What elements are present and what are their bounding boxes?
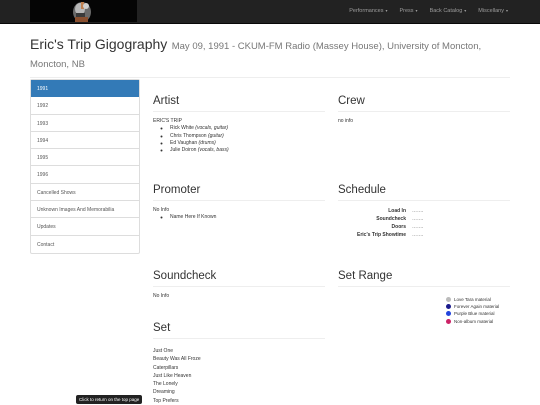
- schedule-value: …….: [412, 208, 424, 214]
- set-range-legend: Love Tara material Forever Again materia…: [446, 297, 516, 326]
- schedule-key: Eric's Trip Showtime: [357, 232, 406, 238]
- set-song: Just Like Heaven: [153, 372, 192, 379]
- member-item: Chris Thompson (guitar): [170, 133, 325, 140]
- nav-performances[interactable]: Performances ▾: [343, 0, 393, 22]
- sidebar-item-updates[interactable]: Updates: [31, 218, 139, 236]
- caret-down-icon: ▾: [505, 8, 508, 13]
- schedule-section: Schedule Load In ……. Soundcheck ……. Doors ……: [338, 184, 510, 239]
- set-heading: Set: [153, 322, 325, 339]
- schedule-row: Load In …….: [338, 207, 510, 215]
- sidebar-item-1992[interactable]: 1992: [31, 97, 139, 115]
- legend-label: Love Tara material: [454, 297, 491, 302]
- sidebar-item-1996[interactable]: 1996: [31, 166, 139, 184]
- schedule-row: Doors …….: [338, 223, 510, 231]
- schedule-heading: Schedule: [338, 184, 510, 201]
- member-item: Ed Vaughan (drums): [170, 140, 325, 147]
- crew-heading: Crew: [338, 95, 510, 112]
- member-name: Rick White: [170, 125, 194, 132]
- promoter-heading: Promoter: [153, 184, 325, 201]
- sidebar-item-1995[interactable]: 1995: [31, 149, 139, 167]
- nav-press[interactable]: Press ▾: [393, 0, 423, 22]
- legend-label: Purple Blue material: [454, 311, 495, 317]
- crew-section: Crew no info: [338, 95, 510, 125]
- set-list: Just One Beauty Was All Froze Caterpilla…: [153, 347, 325, 405]
- nav-back-catalog[interactable]: Back Catalog ▾: [424, 0, 473, 22]
- set-section: Set Just One Beauty Was All Froze Caterp…: [153, 322, 325, 405]
- legend-label: Forever Again material: [454, 304, 500, 310]
- top-navbar: Performances ▾ Press ▾ Back Catalog ▾ Misce…: [0, 0, 540, 24]
- promoter-section: Promoter No Info Name Here If Known: [153, 184, 325, 222]
- member-name: Julie Doiron: [170, 147, 197, 153]
- nav-label: Performances: [349, 8, 384, 14]
- legend-dot-icon: [446, 311, 451, 317]
- legend-dot-icon: [446, 318, 451, 324]
- promoter-list: Name Here If Known: [153, 214, 325, 221]
- member-role: (guitar): [207, 132, 224, 139]
- schedule-key: Soundcheck: [376, 216, 406, 222]
- caret-down-icon: ▾: [385, 8, 388, 13]
- member-item: Julie Doiron (vocals, bass): [170, 147, 325, 154]
- nav-label: Back Catalog: [429, 8, 463, 14]
- back-to-top-button[interactable]: Click to return on the top page: [76, 395, 143, 404]
- member-list: Rick White (vocals, guitar) Chris Thomps…: [153, 125, 325, 154]
- artist-band-name: ERIC'S TRIP: [153, 118, 182, 124]
- schedule-key: Load In: [388, 208, 406, 214]
- site-logo[interactable]: [30, 0, 137, 22]
- set-range-heading: Set Range: [338, 270, 510, 287]
- schedule-row: Soundcheck …….: [338, 215, 510, 223]
- schedule-value: …….: [412, 224, 424, 230]
- sidebar-item-contact[interactable]: Contact: [31, 236, 139, 253]
- member-name: Chris Thompson: [170, 132, 207, 139]
- promoter-text: No Info: [153, 207, 170, 213]
- member-role: (drums): [198, 139, 216, 146]
- soundcheck-heading: Soundcheck: [153, 270, 325, 287]
- legend-dot-icon: [446, 297, 451, 302]
- nav-label: Miscellany: [478, 8, 504, 14]
- crew-text: no info: [338, 118, 354, 124]
- caret-down-icon: ▾: [464, 8, 467, 13]
- band-logo-image: [30, 0, 137, 22]
- caret-down-icon: ▾: [415, 8, 418, 13]
- set-song: Beauty Was All Froze: [153, 356, 201, 363]
- sidebar-item-unknown-images[interactable]: Unknown Images And Memorabilia: [31, 201, 139, 219]
- set-song: Just One: [153, 348, 174, 354]
- legend-dot-icon: [446, 304, 451, 310]
- legend-item: Purple Blue material: [446, 311, 516, 317]
- legend-item: Love Tara material: [446, 297, 516, 303]
- member-name: Ed Vaughan: [170, 139, 198, 146]
- soundcheck-text: No Info: [153, 293, 170, 299]
- member-role: (vocals, guitar): [195, 125, 229, 132]
- promoter-name: Name Here If Known: [170, 214, 325, 221]
- artist-section: Artist ERIC'S TRIP Rick White (vocals, g…: [153, 95, 325, 154]
- schedule-value: …….: [412, 232, 424, 238]
- member-role: (vocals, bass): [197, 147, 229, 153]
- sidebar-item-1991[interactable]: 1991: [31, 80, 139, 98]
- main-nav: Performances ▾ Press ▾ Back Catalog ▾ Misce…: [343, 0, 514, 22]
- set-song: Top Prefers: [153, 397, 179, 404]
- nav-miscellany[interactable]: Miscellany ▾: [472, 0, 514, 22]
- schedule-value: …….: [412, 216, 424, 222]
- nav-label: Press: [399, 8, 414, 14]
- set-song: Caterpillars: [153, 364, 179, 371]
- legend-item: Non-album material: [446, 318, 516, 325]
- soundcheck-section: Soundcheck No Info: [153, 270, 325, 300]
- artist-heading: Artist: [153, 95, 325, 112]
- page-header: Eric's Trip Gigography May 09, 1991 - CK…: [30, 35, 510, 78]
- set-range-section: Set Range: [338, 270, 510, 287]
- schedule-row: Eric's Trip Showtime …….: [338, 231, 510, 239]
- schedule-list: Load In ……. Soundcheck ……. Doors ……. Eric's…: [338, 207, 510, 239]
- legend-item: Forever Again material: [446, 304, 516, 310]
- sidebar-item-1994[interactable]: 1994: [31, 132, 139, 150]
- sidebar-item-cancelled-shows[interactable]: Cancelled Shows: [31, 184, 139, 202]
- sidebar-nav: 1991 1992 1993 1994 1995 1996 Cancelled …: [30, 79, 140, 254]
- page-title: Eric's Trip Gigography: [30, 36, 168, 52]
- member-item: Rick White (vocals, guitar): [170, 125, 325, 132]
- legend-label: Non-album material: [454, 318, 494, 324]
- set-song: Dreaming: [153, 389, 175, 396]
- set-song: The Lonely: [153, 381, 178, 387]
- schedule-key: Doors: [391, 224, 406, 230]
- sidebar-item-1993[interactable]: 1993: [31, 115, 139, 132]
